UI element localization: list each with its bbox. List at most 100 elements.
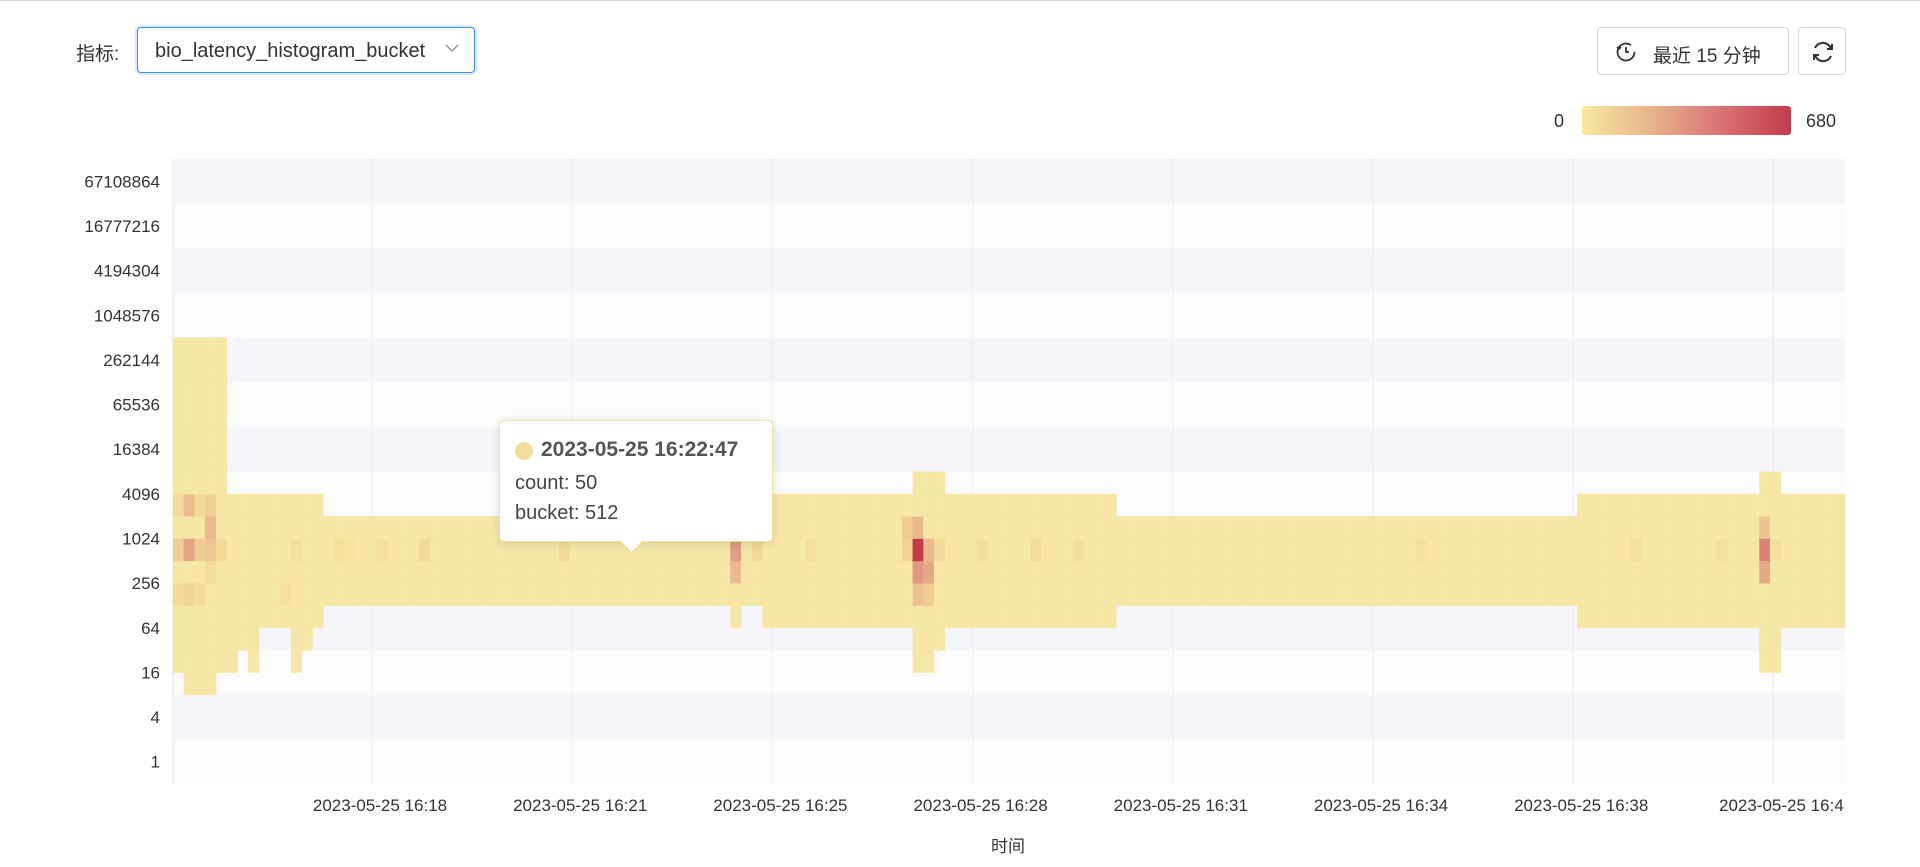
heatmap-cell[interactable] — [666, 560, 678, 584]
heatmap-cell[interactable] — [1094, 538, 1106, 562]
heatmap-cell[interactable] — [558, 583, 570, 606]
heatmap-cell[interactable] — [976, 516, 988, 539]
heatmap-cell[interactable] — [912, 605, 924, 629]
heatmap-cell[interactable] — [1759, 471, 1771, 495]
heatmap-cell[interactable] — [1802, 560, 1814, 584]
heatmap-cell[interactable] — [912, 560, 924, 584]
heatmap-cell[interactable] — [1662, 605, 1674, 629]
heatmap-cell[interactable] — [1362, 560, 1374, 584]
heatmap-cell[interactable] — [173, 583, 185, 606]
heatmap-cell[interactable] — [173, 404, 185, 428]
heatmap-cell[interactable] — [976, 493, 988, 517]
heatmap-cell[interactable] — [483, 560, 495, 584]
heatmap-cell[interactable] — [923, 583, 935, 606]
heatmap-cell[interactable] — [1812, 538, 1824, 562]
heatmap-cell[interactable] — [301, 583, 313, 606]
heatmap-cell[interactable] — [1759, 516, 1771, 539]
heatmap-cell[interactable] — [1191, 583, 1203, 606]
heatmap-cell[interactable] — [1459, 560, 1471, 584]
heatmap-cell[interactable] — [901, 493, 913, 517]
heatmap-cell[interactable] — [1051, 516, 1063, 539]
heatmap-cell[interactable] — [1566, 560, 1578, 584]
heatmap-cell[interactable] — [1384, 516, 1396, 539]
heatmap-cell[interactable] — [1126, 560, 1139, 584]
heatmap-cell[interactable] — [237, 583, 249, 606]
heatmap-cell[interactable] — [1587, 583, 1599, 606]
heatmap-cell[interactable] — [269, 538, 281, 562]
heatmap-cell[interactable] — [1137, 560, 1149, 584]
heatmap-cell[interactable] — [183, 471, 195, 495]
heatmap-cell[interactable] — [1512, 560, 1524, 584]
heatmap-cell[interactable] — [1244, 583, 1256, 606]
heatmap-cell[interactable] — [419, 538, 431, 562]
heatmap-cell[interactable] — [419, 516, 431, 539]
heatmap-cell[interactable] — [1009, 583, 1021, 606]
heatmap-cell[interactable] — [301, 560, 313, 584]
heatmap-cell[interactable] — [1716, 538, 1728, 562]
heatmap-cell[interactable] — [1587, 538, 1599, 562]
heatmap-cell[interactable] — [1051, 493, 1063, 517]
heatmap-cell[interactable] — [387, 538, 399, 562]
heatmap-cell[interactable] — [1427, 583, 1439, 606]
heatmap-cell[interactable] — [1491, 583, 1503, 606]
heatmap-cell[interactable] — [1802, 605, 1814, 629]
heatmap-cell[interactable] — [173, 538, 185, 562]
heatmap-cell[interactable] — [183, 583, 195, 606]
heatmap-cell[interactable] — [751, 583, 763, 606]
heatmap-cell[interactable] — [1630, 516, 1642, 539]
heatmap-cell[interactable] — [194, 672, 206, 696]
heatmap-cell[interactable] — [173, 426, 185, 450]
heatmap-cell[interactable] — [623, 583, 635, 606]
heatmap-cell[interactable] — [1373, 560, 1385, 584]
heatmap-cell[interactable] — [1609, 516, 1621, 539]
heatmap-cell[interactable] — [312, 493, 324, 517]
heatmap-cell[interactable] — [1555, 516, 1567, 539]
heatmap-cell[interactable] — [1298, 560, 1310, 584]
heatmap-cell[interactable] — [1823, 605, 1835, 629]
heatmap-cell[interactable] — [719, 583, 731, 606]
heatmap-cell[interactable] — [1673, 583, 1685, 606]
heatmap-cell[interactable] — [1266, 538, 1278, 562]
heatmap-cell[interactable] — [355, 538, 367, 562]
heatmap-cell[interactable] — [998, 583, 1010, 606]
heatmap-cell[interactable] — [1512, 538, 1524, 562]
heatmap-cell[interactable] — [1341, 560, 1353, 584]
heatmap-cell[interactable] — [333, 560, 345, 584]
heatmap-cell[interactable] — [591, 583, 603, 606]
heatmap-cell[interactable] — [205, 605, 217, 629]
heatmap-cell[interactable] — [1148, 583, 1160, 606]
heatmap-cell[interactable] — [1694, 538, 1707, 562]
heatmap-cell[interactable] — [1609, 560, 1621, 584]
heatmap-cell[interactable] — [805, 583, 817, 606]
heatmap-cell[interactable] — [912, 627, 924, 651]
heatmap-cell[interactable] — [280, 493, 292, 517]
heatmap-cell[interactable] — [1159, 583, 1171, 606]
heatmap-cell[interactable] — [1223, 516, 1235, 539]
heatmap-cell[interactable] — [226, 583, 238, 606]
heatmap-cell[interactable] — [1244, 516, 1256, 539]
heatmap-cell[interactable] — [280, 560, 292, 584]
heatmap-cell[interactable] — [1748, 560, 1760, 584]
heatmap-cell[interactable] — [1834, 605, 1846, 629]
heatmap-cell[interactable] — [183, 337, 195, 361]
heatmap-cell[interactable] — [248, 605, 260, 629]
heatmap-cell[interactable] — [698, 560, 710, 584]
heatmap-cell[interactable] — [1309, 538, 1321, 562]
heatmap-cell[interactable] — [237, 516, 249, 539]
heatmap-cell[interactable] — [1137, 516, 1149, 539]
heatmap-cell[interactable] — [644, 560, 656, 584]
heatmap-cell[interactable] — [1030, 605, 1042, 629]
heatmap-cell[interactable] — [505, 560, 517, 584]
heatmap-cell[interactable] — [1191, 516, 1203, 539]
heatmap-cell[interactable] — [1469, 516, 1481, 539]
heatmap-cell[interactable] — [1223, 538, 1235, 562]
heatmap-cell[interactable] — [1009, 560, 1021, 584]
heatmap-cell[interactable] — [1673, 516, 1685, 539]
heatmap-cell[interactable] — [569, 560, 581, 584]
heatmap-cell[interactable] — [976, 538, 988, 562]
heatmap-cell[interactable] — [1276, 583, 1289, 606]
heatmap-cell[interactable] — [1641, 583, 1653, 606]
heatmap-cell[interactable] — [387, 516, 399, 539]
heatmap-cell[interactable] — [205, 404, 217, 428]
heatmap-cell[interactable] — [1448, 538, 1460, 562]
